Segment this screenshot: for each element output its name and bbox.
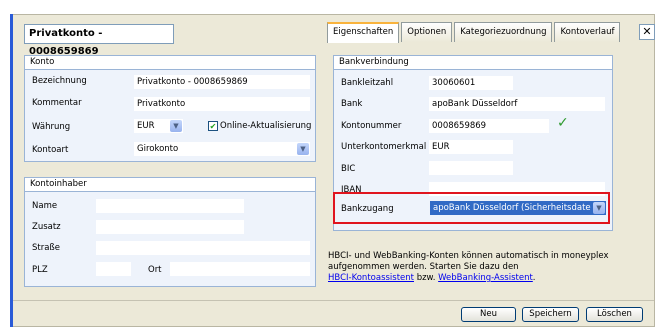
strasse-field[interactable] xyxy=(96,241,310,255)
online-label: Online-Aktualisierung xyxy=(220,121,312,131)
waehrung-value: EUR xyxy=(137,121,155,131)
account-title: Privatkonto - 0008659869 xyxy=(24,24,174,57)
bank-field[interactable]: apoBank Düsseldorf xyxy=(429,97,605,111)
bic-field[interactable] xyxy=(429,161,513,175)
name-field[interactable] xyxy=(96,199,244,213)
bic-label: BIC xyxy=(341,164,356,174)
unterkonto-field[interactable]: EUR xyxy=(429,140,513,154)
neu-button[interactable]: Neu xyxy=(461,307,516,322)
kontonummer-field[interactable]: 0008659869 xyxy=(429,119,549,133)
loeschen-button[interactable]: Löschen xyxy=(586,307,643,322)
konto-header: Konto xyxy=(25,56,315,70)
plz-field[interactable] xyxy=(96,262,131,276)
chevron-down-icon[interactable]: ▼ xyxy=(297,143,309,155)
bezeichnung-field[interactable]: Privatkonto - 0008659869 xyxy=(134,75,310,89)
tab-optionen[interactable]: Optionen xyxy=(401,22,453,42)
strasse-label: Straße xyxy=(32,243,61,253)
kommentar-field[interactable]: Privatkonto xyxy=(134,97,310,111)
name-label: Name xyxy=(32,201,58,211)
bankzugang-label: Bankzugang xyxy=(341,204,394,214)
blz-field[interactable]: 30060601 xyxy=(429,76,513,90)
close-icon[interactable]: ✕ xyxy=(639,24,655,40)
online-checkbox[interactable]: ✔ xyxy=(208,121,218,131)
kommentar-label: Kommentar xyxy=(32,98,82,108)
speichern-button[interactable]: Speichern xyxy=(522,307,579,322)
info-body: HBCI- und WebBanking-Konten können autom… xyxy=(328,251,609,272)
accent-bar xyxy=(10,14,13,327)
waehrung-select[interactable]: EUR ▼ xyxy=(134,119,183,133)
zusatz-field[interactable] xyxy=(96,220,244,234)
waehrung-label: Währung xyxy=(32,122,71,132)
chevron-down-icon[interactable]: ▼ xyxy=(593,202,605,214)
ort-field[interactable] xyxy=(170,262,310,276)
unterkonto-label: Unterkontomerkmal xyxy=(341,142,427,152)
bank-label: Bank xyxy=(341,99,363,109)
info-end: . xyxy=(532,273,536,283)
chevron-down-icon[interactable]: ▼ xyxy=(170,120,182,132)
checkmark-icon: ✓ xyxy=(557,115,569,131)
info-text: HBCI- und WebBanking-Konten können autom… xyxy=(328,251,628,284)
hbci-assistant-link[interactable]: HBCI-Kontoassistent xyxy=(328,273,414,283)
webbanking-assistant-link[interactable]: WebBanking-Assistent xyxy=(438,273,533,283)
tab-kontoverlauf[interactable]: Kontoverlauf xyxy=(554,22,621,42)
kontonummer-label: Kontonummer xyxy=(341,121,402,131)
kontoart-value: Girokonto xyxy=(137,144,179,154)
footer-divider xyxy=(11,300,654,301)
plz-label: PLZ xyxy=(32,265,48,275)
zusatz-label: Zusatz xyxy=(32,222,61,232)
tab-eigenschaften[interactable]: Eigenschaften xyxy=(327,22,400,43)
kontoinhaber-header: Kontoinhaber xyxy=(25,178,315,192)
blz-label: Bankleitzahl xyxy=(341,78,394,88)
bezeichnung-label: Bezeichnung xyxy=(32,76,87,86)
bankzugang-value: apoBank Düsseldorf (Sicherheitsdate xyxy=(433,203,591,213)
tab-kategoriezuordnung[interactable]: Kategoriezuordnung xyxy=(454,22,553,42)
kontoart-select[interactable]: Girokonto ▼ xyxy=(134,142,310,156)
tab-bar: Eigenschaften Optionen Kategoriezuordnun… xyxy=(327,22,622,43)
kontoart-label: Kontoart xyxy=(32,145,69,155)
bankverbindung-header: Bankverbindung xyxy=(334,56,612,70)
info-between: bzw. xyxy=(414,273,439,283)
bankzugang-select[interactable]: apoBank Düsseldorf (Sicherheitsdate ▼ xyxy=(430,201,606,215)
ort-label: Ort xyxy=(148,265,162,275)
